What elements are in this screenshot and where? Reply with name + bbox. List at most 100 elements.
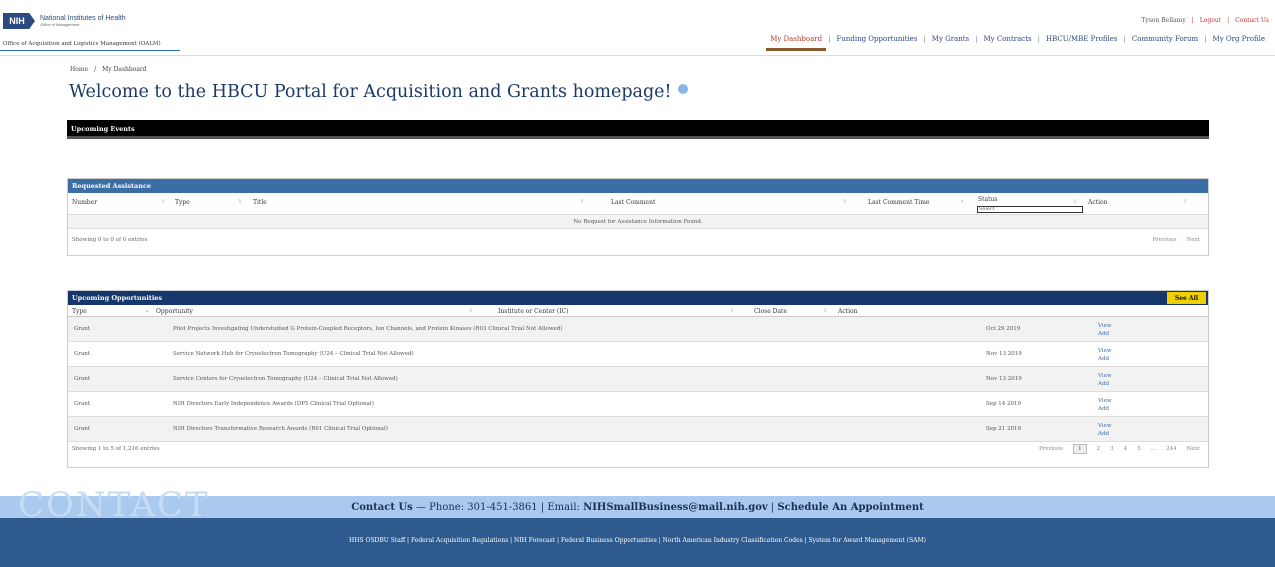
col-institute[interactable]: Institute or Center (IC) — [498, 308, 569, 315]
sort-icon[interactable]: ⇅ — [1073, 199, 1077, 205]
col-title[interactable]: Title — [253, 199, 267, 206]
contact-label: Contact Us — [351, 502, 413, 513]
page-button[interactable]: 244 — [1166, 446, 1177, 452]
user-name: Tyson Bellamy — [1141, 17, 1186, 24]
upcoming-opportunities-title: Upcoming Opportunities — [72, 294, 163, 302]
col-number[interactable]: Number — [72, 199, 97, 206]
page-button[interactable]: 3 — [1110, 446, 1114, 452]
info-icon[interactable] — [677, 84, 688, 94]
row-opportunity[interactable]: NIH Directors Early Independence Awards … — [173, 401, 374, 407]
pagination: Previous Next — [1152, 237, 1200, 243]
sort-icon[interactable]: ⇅ — [238, 199, 242, 205]
row-close-date: Oct 29 2019 — [986, 326, 1021, 332]
nav-my-dashboard[interactable]: My Dashboard — [764, 35, 828, 51]
status-filter-select[interactable]: Select — [977, 206, 1083, 213]
row-type: Grant — [74, 351, 91, 357]
next-button[interactable]: Next — [1187, 237, 1200, 243]
nih-badge: NIH — [3, 13, 35, 29]
col-action: Action — [1088, 199, 1108, 206]
page-title: Welcome to the HBCU Portal for Acquisiti… — [69, 82, 688, 102]
office-underline — [0, 50, 180, 51]
nav-community-forum[interactable]: Community Forum — [1126, 35, 1204, 43]
view-link[interactable]: View — [1098, 397, 1112, 405]
upcoming-events-title: Upcoming Events — [71, 125, 135, 133]
opportunities-rows: Grant Pilot Projects Investigating Under… — [68, 317, 1208, 442]
requested-assistance-footer: Showing 0 to 0 of 0 entries Previous Nex… — [68, 229, 1208, 253]
previous-button[interactable]: Previous — [1152, 237, 1176, 243]
row-type: Grant — [74, 401, 91, 407]
requested-assistance-panel: Requested Assistance Number ⇅ Type ⇅ Tit… — [67, 178, 1209, 256]
opportunities-footer: Showing 1 to 5 of 1,216 entries Previous… — [68, 442, 1208, 458]
nih-logo[interactable]: NIH National Institutes of Health Office… — [3, 13, 126, 29]
breadcrumb-home[interactable]: Home — [70, 66, 88, 73]
sort-icon[interactable]: ⇅ — [161, 199, 165, 205]
row-opportunity[interactable]: Service Network Hub for Cryoelectron Tom… — [173, 351, 414, 357]
contact-divider: | — [767, 502, 778, 513]
row-opportunity[interactable]: Pilot Projects Investigating Understudie… — [173, 326, 562, 332]
sort-icon[interactable]: ⇅ — [730, 308, 734, 314]
table-row: Grant NIH Directors Early Independence A… — [68, 392, 1208, 417]
requested-assistance-title: Requested Assistance — [72, 182, 152, 190]
office-name: Office of Acquisition and Logistics Mana… — [3, 41, 161, 47]
row-close-date: Nov 13 2019 — [986, 351, 1022, 357]
nav-my-org-profile[interactable]: My Org Profile — [1207, 35, 1271, 43]
entries-info: Showing 0 to 0 of 0 entries — [72, 237, 148, 243]
upcoming-events-bar: Upcoming Events — [67, 120, 1209, 139]
table-row: Grant Pilot Projects Investigating Under… — [68, 317, 1208, 342]
upcoming-opportunities-header: Upcoming Opportunities See All — [68, 291, 1208, 305]
page-button-current[interactable]: 1 — [1073, 444, 1087, 454]
phone-text: — Phone: 301-451-3861 | Email: — [412, 502, 584, 513]
sort-icon[interactable]: ⇅ — [580, 199, 584, 205]
schedule-appointment-link[interactable]: Schedule An Appointment — [777, 502, 923, 513]
nav-hbcu-mbe-profiles[interactable]: HBCU/MBE Profiles — [1040, 35, 1124, 43]
add-link[interactable]: Add — [1098, 330, 1112, 338]
sort-icon[interactable]: ⇅ — [469, 308, 473, 314]
previous-button[interactable]: Previous — [1039, 446, 1063, 452]
view-link[interactable]: View — [1098, 372, 1112, 380]
add-link[interactable]: Add — [1098, 380, 1112, 388]
nav-my-contracts[interactable]: My Contracts — [978, 35, 1038, 43]
email-link[interactable]: NIHSmallBusiness@mail.nih.gov — [583, 502, 768, 513]
sort-icon[interactable]: ⇅ — [823, 308, 827, 314]
sort-icon[interactable]: ⇅ — [1183, 199, 1187, 205]
opportunities-columns: Type ▴ Opportunity ⇅ Institute or Center… — [68, 305, 1208, 317]
site-header: NIH National Institutes of Health Office… — [0, 0, 1275, 60]
nav-my-grants[interactable]: My Grants — [926, 35, 975, 43]
nav-funding-opportunities[interactable]: Funding Opportunities — [830, 35, 923, 43]
col-status[interactable]: Status — [978, 196, 997, 203]
table-row: Grant Service Network Hub for Cryoelectr… — [68, 342, 1208, 367]
page-button[interactable]: 4 — [1124, 446, 1128, 452]
col-type[interactable]: Type — [175, 199, 190, 206]
sort-icon[interactable]: ▾ — [961, 199, 964, 205]
row-close-date: Nov 13 2019 — [986, 376, 1022, 382]
contact-line: Contact Us — Phone: 301-451-3861 | Email… — [0, 502, 1275, 513]
page-title-text: Welcome to the HBCU Portal for Acquisiti… — [69, 82, 672, 102]
see-all-button[interactable]: See All — [1167, 292, 1206, 304]
view-link[interactable]: View — [1098, 347, 1112, 355]
col-last-comment-time[interactable]: Last Comment Time — [868, 199, 929, 206]
upcoming-opportunities-panel: Upcoming Opportunities See All Type ▴ Op… — [67, 290, 1209, 468]
requested-assistance-header: Requested Assistance — [68, 179, 1208, 193]
view-link[interactable]: View — [1098, 422, 1112, 430]
col-type[interactable]: Type — [72, 308, 87, 315]
page-button[interactable]: 5 — [1137, 446, 1141, 452]
contact-band: CONTACT Contact Us — Phone: 301-451-3861… — [0, 488, 1275, 518]
add-link[interactable]: Add — [1098, 355, 1112, 363]
footer-links[interactable]: HHS OSDBU Staff | Federal Acquisition Re… — [0, 537, 1275, 544]
row-opportunity[interactable]: Service Centers for Cryoelectron Tomogra… — [173, 376, 398, 382]
page-button[interactable]: 2 — [1097, 446, 1101, 452]
logout-link[interactable]: Logout — [1200, 17, 1221, 24]
col-close-date[interactable]: Close Date — [754, 308, 787, 315]
sort-icon[interactable]: ▴ — [146, 308, 149, 314]
sort-icon[interactable]: ⇅ — [843, 199, 847, 205]
view-link[interactable]: View — [1098, 322, 1112, 330]
row-close-date: Sep 14 2019 — [986, 401, 1022, 407]
next-button[interactable]: Next — [1187, 446, 1200, 452]
contact-us-link[interactable]: Contact Us — [1235, 17, 1269, 24]
col-action: Action — [838, 308, 858, 315]
col-last-comment[interactable]: Last Comment — [611, 199, 655, 206]
row-opportunity[interactable]: NIH Directors Transformative Research Aw… — [173, 426, 388, 432]
col-opportunity[interactable]: Opportunity — [156, 308, 193, 315]
add-link[interactable]: Add — [1098, 430, 1112, 438]
add-link[interactable]: Add — [1098, 405, 1112, 413]
